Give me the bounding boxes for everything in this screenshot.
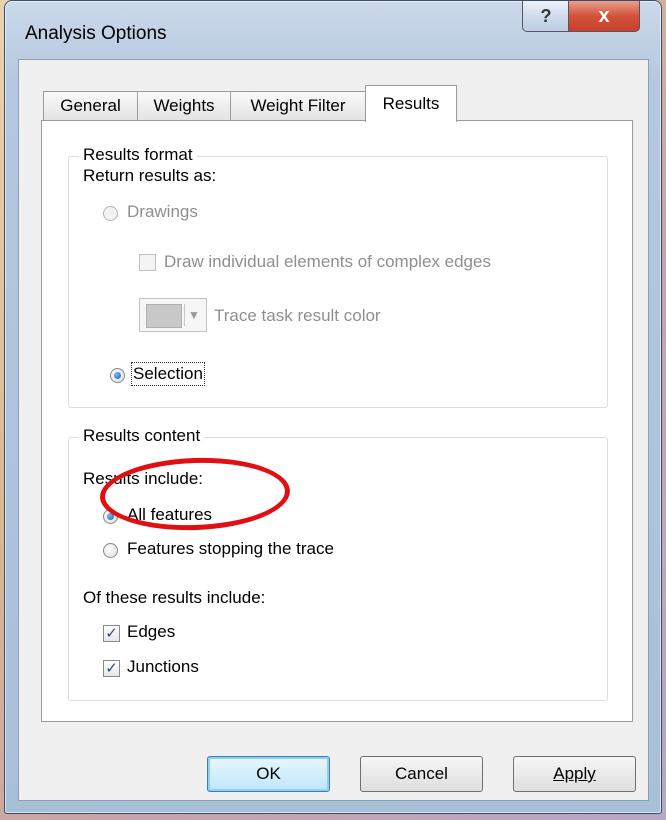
chevron-down-icon: ▼ [184, 304, 203, 326]
tab-weights[interactable]: Weights [137, 91, 231, 120]
trace-color-picker[interactable]: ▼ [139, 298, 207, 332]
tab-results[interactable]: Results [365, 85, 457, 122]
dialog-title: Analysis Options [25, 23, 167, 44]
all-features-radio[interactable] [103, 509, 118, 524]
results-format-group: Results format Return results as: Drawin… [68, 145, 608, 408]
title-bar[interactable]: Analysis Options ? x [5, 1, 661, 61]
tab-weight-filter[interactable]: Weight Filter [230, 91, 366, 120]
results-content-group: Results content Results include: All fea… [68, 426, 608, 701]
close-button[interactable]: x [568, 1, 640, 32]
draw-individual-elements-label: Draw individual elements of complex edge… [164, 252, 491, 271]
draw-individual-elements-checkbox[interactable] [139, 254, 156, 271]
selection-label[interactable]: Selection [131, 362, 205, 386]
cancel-button[interactable]: Cancel [360, 756, 483, 792]
dialog-client-area: General Weights Weight Filter Results Re… [18, 59, 649, 801]
of-these-results-label: Of these results include: [83, 588, 266, 607]
trace-color-swatch [146, 304, 182, 328]
selection-radio[interactable] [110, 368, 125, 383]
results-include-label: Results include: [83, 469, 204, 488]
junctions-checkbox[interactable]: ✓ [103, 660, 120, 677]
ok-button[interactable]: OK [207, 756, 330, 792]
trace-color-label: Trace task result color [214, 306, 381, 325]
results-content-legend: Results content [79, 426, 205, 446]
analysis-options-dialog: Analysis Options ? x General Weights Wei… [4, 0, 662, 814]
return-results-label: Return results as: [83, 166, 217, 185]
apply-button[interactable]: Apply [513, 756, 636, 792]
features-stopping-trace-radio[interactable] [103, 543, 118, 558]
results-format-legend: Results format [79, 145, 197, 165]
results-tab-panel: Results format Return results as: Drawin… [41, 120, 633, 722]
help-button[interactable]: ? [522, 1, 570, 32]
drawings-radio[interactable] [103, 206, 118, 221]
edges-label: Edges [127, 622, 176, 641]
edges-checkbox[interactable]: ✓ [103, 625, 120, 642]
features-stopping-trace-label: Features stopping the trace [127, 539, 334, 558]
drawings-label: Drawings [127, 202, 198, 221]
all-features-label: All features [127, 505, 213, 524]
tab-general[interactable]: General [43, 91, 138, 120]
junctions-label: Junctions [127, 657, 199, 676]
